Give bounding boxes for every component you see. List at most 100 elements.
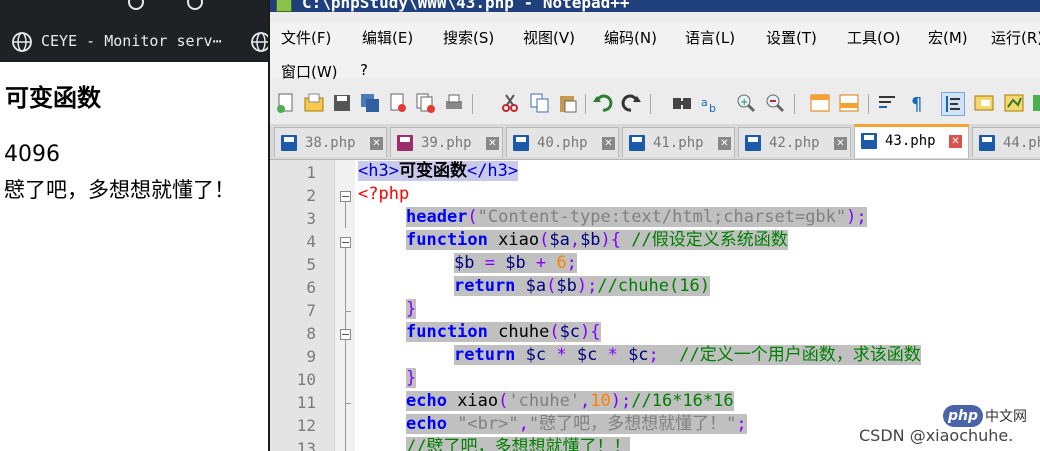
close-icon[interactable] <box>387 92 409 114</box>
tab-43-php[interactable]: 43.php ✕ <box>854 124 969 158</box>
line-number: 9 <box>306 347 316 366</box>
browser-top-bar <box>0 0 268 22</box>
menu-encoding[interactable]: 编码(N) <box>604 27 657 48</box>
svg-text:b: b <box>709 102 716 114</box>
document-map-icon[interactable] <box>973 92 995 114</box>
menu-help[interactable]: ? <box>360 61 368 79</box>
notepadpp-app-icon <box>276 0 292 12</box>
toolbar: ab + ¶ <box>270 86 1040 122</box>
line-number: 3 <box>306 209 316 228</box>
line-number: 8 <box>306 324 316 343</box>
tab-40-php[interactable]: 40.php ✕ <box>506 127 619 157</box>
zoom-in-icon[interactable]: + <box>735 92 757 114</box>
redo-icon[interactable] <box>620 92 642 114</box>
code-line: return $a($b);//chuhe(16) <box>454 276 710 296</box>
show-all-chars-icon[interactable]: ¶ <box>907 92 929 114</box>
close-all-icon[interactable] <box>415 92 437 114</box>
tab-41-php[interactable]: 41.php ✕ <box>622 127 735 157</box>
menu-settings[interactable]: 设置(T) <box>766 27 817 48</box>
line-number: 10 <box>296 370 316 389</box>
toolbar-separator <box>585 94 586 114</box>
open-file-icon[interactable] <box>303 92 325 114</box>
notepadpp-window: C:\phpStudy\WWW\43.php - Notepad++ 文件(F)… <box>270 0 1040 451</box>
indent-guide-icon[interactable] <box>941 92 965 116</box>
line-number: 2 <box>306 186 316 205</box>
new-file-icon[interactable] <box>275 92 297 114</box>
tab-close-icon[interactable]: ✕ <box>834 137 847 150</box>
menu-tools[interactable]: 工具(O) <box>847 27 901 48</box>
tab-close-icon[interactable]: ✕ <box>486 137 499 150</box>
code-line: echo xiao('chuhe',10);//16*16*16 <box>406 391 734 411</box>
tab-close-icon[interactable]: ✕ <box>949 135 962 148</box>
tab-38-php[interactable]: 38.php ✕ <box>274 127 387 157</box>
saved-file-icon <box>979 135 995 151</box>
save-icon[interactable] <box>331 92 353 114</box>
fold-toggle-icon[interactable] <box>340 237 351 248</box>
paste-icon[interactable] <box>557 92 579 114</box>
sync-horizontal-icon[interactable] <box>838 92 860 114</box>
menu-view[interactable]: 视图(V) <box>523 27 575 48</box>
fold-line <box>345 202 346 228</box>
browser-tab-title: CEYE - Monitor serv⋯ <box>41 32 222 50</box>
fold-line <box>345 340 346 403</box>
unsaved-file-icon <box>397 135 413 151</box>
code-line: //憵了吧，多想想就懂了！！ <box>406 436 631 451</box>
document-tab-bar: 38.php ✕ 39.php ✕ 40.php ✕ 41.php ✕ 42.p… <box>270 124 1040 160</box>
menu-macro[interactable]: 宏(M) <box>928 27 968 48</box>
word-wrap-icon[interactable] <box>877 92 899 114</box>
copy-icon[interactable] <box>529 92 551 114</box>
fold-line <box>345 403 346 451</box>
toolbar-separator <box>868 94 869 114</box>
menu-search[interactable]: 搜索(S) <box>443 27 494 48</box>
undo-icon[interactable] <box>592 92 614 114</box>
browser-control-icon[interactable] <box>187 0 203 10</box>
menu-run[interactable]: 运行(R) <box>991 27 1040 48</box>
tab-close-icon[interactable]: ✕ <box>370 137 383 150</box>
tab-39-php[interactable]: 39.php ✕ <box>390 127 503 157</box>
tab-label: 43.php <box>885 133 936 149</box>
sync-vertical-icon[interactable] <box>809 92 831 114</box>
menu-window[interactable]: 窗口(W) <box>281 61 338 82</box>
output-text: 憵了吧，多想想就懂了！ <box>4 178 235 202</box>
line-number: 12 <box>296 416 316 435</box>
page-heading: 可变函数 <box>5 84 101 112</box>
globe-icon <box>251 32 268 52</box>
tab-42-php[interactable]: 42.php ✕ <box>738 127 851 157</box>
svg-text:¶: ¶ <box>911 94 922 114</box>
zoom-out-icon[interactable] <box>764 92 786 114</box>
svg-text:+: + <box>740 97 748 108</box>
svg-text:a: a <box>701 96 708 109</box>
fold-line <box>345 248 346 311</box>
line-number: 11 <box>296 393 316 412</box>
browser-tab[interactable]: CEYE - Monitor serv⋯ <box>0 22 268 62</box>
replace-icon[interactable]: ab <box>699 92 721 114</box>
saved-file-icon <box>745 135 761 151</box>
browser-window: CEYE - Monitor serv⋯ 可变函数 4096 憵了吧，多想想就懂… <box>0 0 268 451</box>
line-number-gutter: 1 2 3 4 5 6 7 8 9 10 11 12 13 <box>270 160 334 451</box>
browser-control-icon[interactable] <box>128 0 144 10</box>
tab-44-php[interactable]: 44.php <box>972 127 1040 157</box>
menu-edit[interactable]: 编辑(E) <box>362 27 413 48</box>
save-all-icon[interactable] <box>359 92 381 114</box>
fold-toggle-icon[interactable] <box>340 329 351 340</box>
line-number: 13 <box>296 439 316 451</box>
menu-file[interactable]: 文件(F) <box>281 27 331 48</box>
saved-file-icon <box>861 133 877 149</box>
tab-close-icon[interactable]: ✕ <box>718 137 731 150</box>
print-icon[interactable] <box>443 92 465 114</box>
tab-close-icon[interactable]: ✕ <box>602 137 615 150</box>
tab-label: 44.php <box>1003 135 1040 151</box>
fold-toggle-icon[interactable] <box>340 191 351 202</box>
watermark-site-text: 中文网 <box>985 409 1027 425</box>
code-line: <h3>可变函数</h3> <box>358 161 519 181</box>
find-icon[interactable] <box>671 92 693 114</box>
saved-file-icon <box>281 135 297 151</box>
code-editor[interactable]: 1 2 3 4 5 6 7 8 9 10 11 12 13 <h3>可变函数</… <box>270 160 1040 451</box>
line-number: 6 <box>306 278 316 297</box>
extra-toolbar-icon[interactable] <box>1031 92 1040 114</box>
cut-icon[interactable] <box>499 92 521 114</box>
function-list-icon[interactable] <box>1003 92 1025 114</box>
fold-line <box>345 311 346 329</box>
window-title: C:\phpStudy\WWW\43.php - Notepad++ <box>302 0 630 12</box>
menu-language[interactable]: 语言(L) <box>685 27 735 48</box>
